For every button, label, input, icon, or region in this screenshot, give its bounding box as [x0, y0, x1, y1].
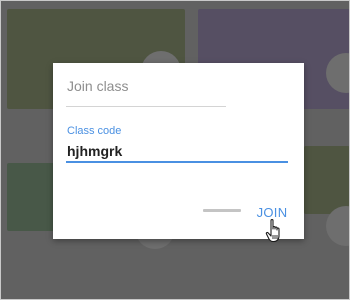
class-code-label: Class code	[67, 125, 122, 137]
class-code-input[interactable]	[66, 141, 288, 163]
dialog-title: Join class	[67, 78, 129, 94]
class-card-3	[7, 163, 57, 231]
class-card-4	[304, 146, 349, 214]
app-frame: Join class Class code JOIN	[0, 0, 350, 300]
join-class-dialog: Join class Class code JOIN	[53, 63, 304, 239]
title-divider	[66, 106, 226, 107]
hand-pointer-icon	[265, 219, 280, 243]
cancel-button-placeholder[interactable]	[203, 209, 241, 212]
